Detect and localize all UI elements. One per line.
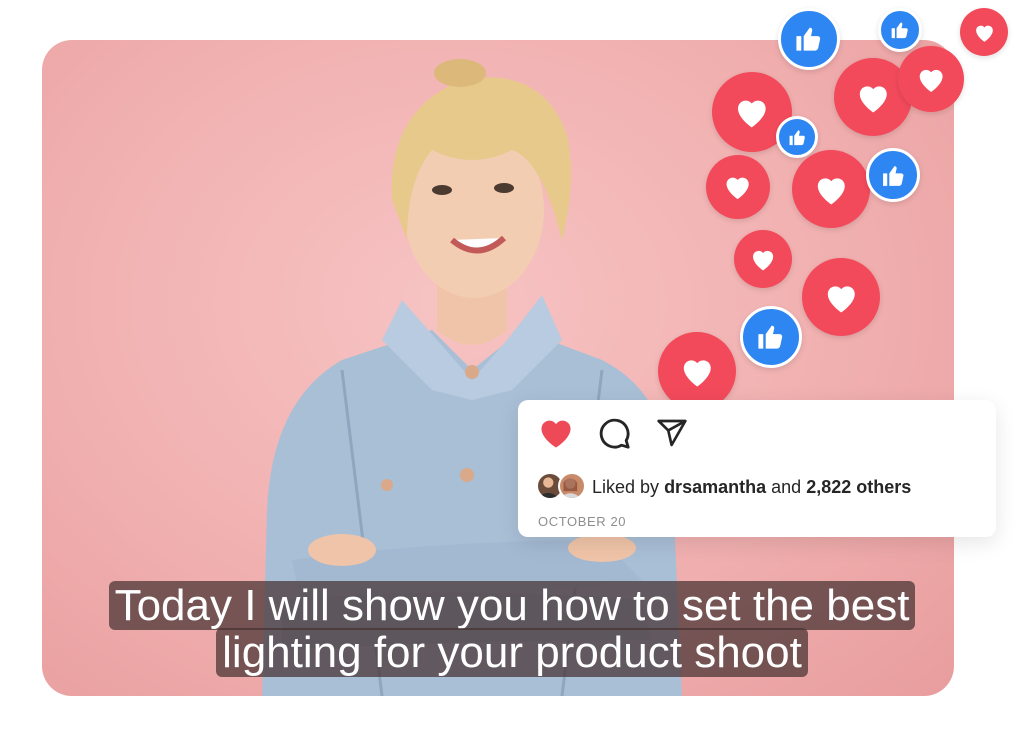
heart-reaction (898, 46, 964, 112)
heart-icon (859, 86, 887, 113)
thumbs-up-icon (758, 326, 783, 350)
heart-icon (752, 250, 774, 271)
thumbs-up-reaction (776, 116, 818, 158)
caption-text-1: Today I will show you how to set the bes… (108, 581, 916, 630)
liker-avatars (536, 472, 588, 502)
thumbs-up-icon (891, 22, 908, 39)
caption-text-2: lighting for your product shoot (216, 628, 808, 677)
likes-row: Liked by drsamantha and 2,822 others (536, 472, 911, 502)
heart-icon (827, 286, 855, 313)
liked-by-others[interactable]: 2,822 others (806, 477, 911, 497)
heart-icon (726, 178, 750, 200)
heart-icon (541, 420, 571, 448)
heart-icon (919, 69, 943, 92)
liked-by-and: and (771, 476, 802, 497)
avatar (558, 472, 586, 500)
heart-icon (817, 178, 845, 205)
comment-icon (599, 418, 630, 449)
liked-by-user[interactable]: drsamantha (664, 477, 766, 497)
heart-reaction (734, 230, 792, 288)
heart-reaction (706, 155, 770, 219)
thumbs-up-reaction (866, 148, 920, 202)
caption-line-2: lighting for your product shoot (0, 628, 1024, 677)
thumbs-up-reaction (778, 8, 840, 70)
post-date: OCTOBER 20 (538, 514, 627, 529)
thumbs-up-icon (882, 165, 903, 186)
share-button[interactable] (654, 416, 690, 450)
heart-icon (683, 360, 711, 387)
liked-by-text: Liked by drsamantha and 2,822 others (592, 477, 911, 498)
liked-by-prefix: Liked by (592, 476, 660, 497)
caption-line-1: Today I will show you how to set the bes… (0, 581, 1024, 630)
heart-reaction (960, 8, 1008, 56)
heart-reaction (658, 332, 736, 410)
post-actions (538, 416, 690, 450)
thumbs-up-reaction (878, 8, 922, 52)
share-icon (657, 419, 687, 447)
heart-reaction (792, 150, 870, 228)
heart-icon (975, 25, 993, 42)
comment-button[interactable] (596, 416, 632, 450)
thumbs-up-icon (796, 28, 821, 52)
like-button[interactable] (538, 416, 574, 450)
thumbs-up-icon (789, 129, 805, 145)
heart-reaction (802, 258, 880, 336)
heart-icon (738, 100, 766, 128)
post-card: Liked by drsamantha and 2,822 others OCT… (518, 400, 996, 537)
thumbs-up-reaction (740, 306, 802, 368)
